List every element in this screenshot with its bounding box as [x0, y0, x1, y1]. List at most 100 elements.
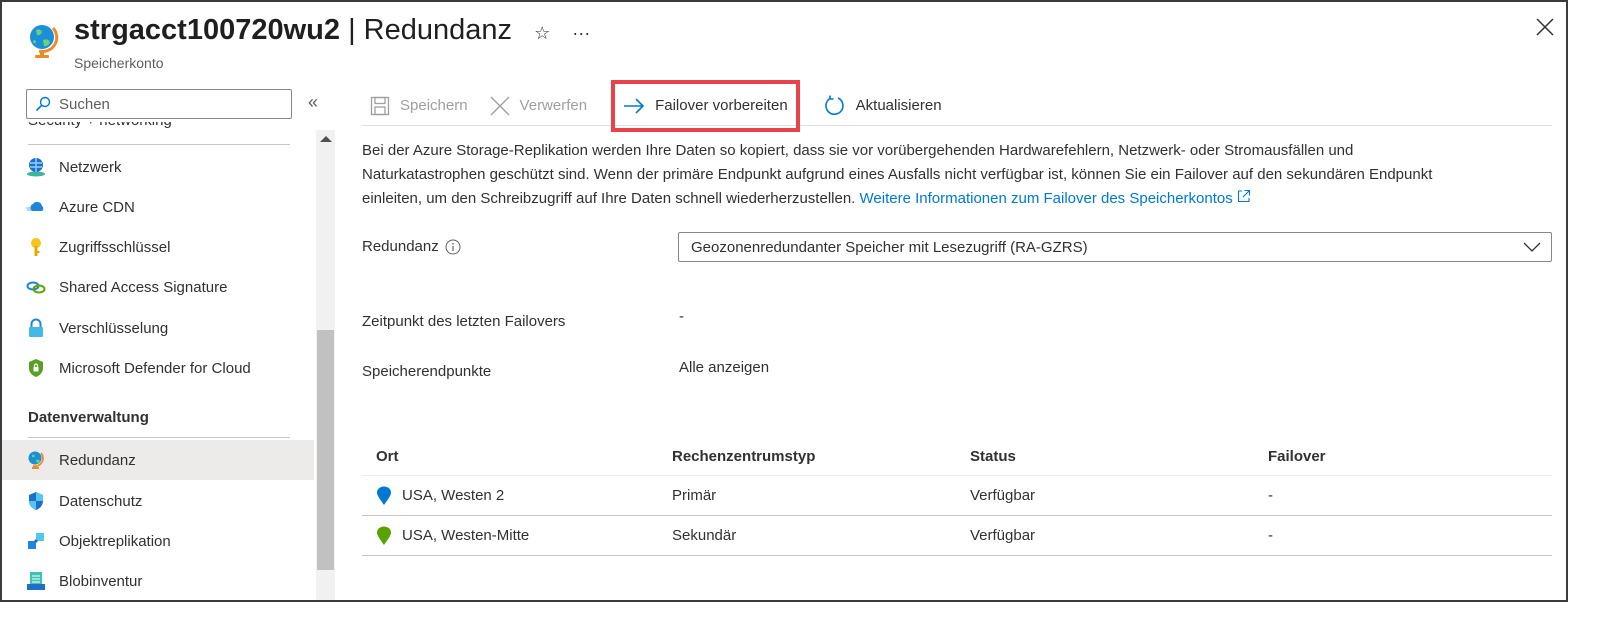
learn-more-link-label: Weitere Informationen zum Failover des S… — [859, 190, 1233, 207]
sidebar-item-label: Zugriffsschlüssel — [59, 238, 171, 256]
refresh-icon — [824, 95, 844, 115]
save-button[interactable]: Speichern — [362, 88, 476, 124]
key-icon — [26, 237, 46, 257]
sidebar-item-label: Blobinventur — [59, 572, 143, 590]
sidebar-item-label: Redundanz — [59, 451, 136, 469]
location-pin-icon — [377, 486, 391, 505]
sidebar-item-label: Verschlüsselung — [59, 319, 169, 337]
arrow-right-icon — [624, 97, 645, 114]
title-separator: | — [348, 14, 356, 46]
sidebar-item-redundanz[interactable]: Redundanz — [2, 440, 314, 480]
column-header-failover: Failover — [1268, 448, 1326, 465]
last-failover-label: Zeitpunkt des letzten Failovers — [362, 313, 566, 330]
scroll-thumb[interactable] — [317, 330, 334, 570]
sidebar-item-azure-cdn[interactable]: Azure CDN — [2, 187, 314, 227]
prepare-failover-button[interactable]: Failover vorbereiten — [611, 79, 800, 132]
lock-icon — [26, 318, 46, 338]
resource-name: strgacct100720wu2 — [74, 14, 340, 46]
group-title-datenverwaltung: Datenverwaltung — [28, 409, 149, 426]
discard-x-icon — [490, 96, 510, 115]
failover-value: - — [1268, 487, 1273, 504]
failover-value: - — [1268, 527, 1273, 544]
sidebar-item-label: Shared Access Signature — [59, 278, 228, 296]
location-cell: USA, Westen-Mitte — [362, 526, 672, 546]
chevron-down-icon — [1523, 242, 1541, 252]
sidebar-item-objektreplikation[interactable]: Objektreplikation — [2, 521, 314, 561]
search-icon — [35, 96, 51, 112]
info-icon[interactable] — [445, 239, 461, 255]
sidebar-item-label: Objektreplikation — [59, 532, 171, 550]
globe-icon — [30, 25, 59, 58]
scroll-up-arrow-icon[interactable] — [320, 136, 332, 142]
replication-icon — [26, 531, 46, 551]
location-name: USA, Westen-Mitte — [402, 527, 530, 544]
table-row: USA, Westen 2 Primär Verfügbar - — [362, 476, 1552, 516]
page-title: strgacct100720wu2 | Redundanz ☆ ··· — [74, 10, 612, 53]
group-title-security: Security + networking — [28, 122, 172, 129]
sidebar-scrollbar[interactable] — [316, 130, 335, 600]
storage-endpoints-label: Speicherendpunkte — [362, 363, 492, 380]
location-pin-icon — [377, 526, 391, 545]
table-header-row: Ort Rechenzentrumstyp Status Failover — [362, 438, 1552, 476]
learn-more-failover-link[interactable]: Weitere Informationen zum Failover des S… — [859, 189, 1251, 207]
sidebar-search-input[interactable]: Suchen — [26, 89, 292, 119]
sidebar-item-defender[interactable]: Microsoft Defender for Cloud — [2, 348, 314, 388]
prepare-failover-label: Failover vorbereiten — [655, 97, 788, 114]
location-name: USA, Westen 2 — [402, 487, 505, 504]
app-window: strgacct100720wu2 | Redundanz ☆ ··· Spei… — [0, 0, 1568, 602]
column-header-status: Status — [970, 448, 1016, 465]
locations-table: Ort Rechenzentrumstyp Status Failover US… — [362, 438, 1552, 556]
divider — [28, 437, 290, 438]
resource-type: Speicherkonto — [74, 55, 164, 71]
save-icon — [370, 96, 390, 115]
page-name: Redundanz — [363, 14, 513, 46]
sidebar-nav: Security + networking Netzwerk Azure CDN… — [2, 122, 314, 600]
sidebar-item-blobinventur[interactable]: Blobinventur — [2, 561, 314, 600]
redundancy-selected-value: Geozonenredundanter Speicher mit Lesezug… — [691, 238, 1088, 256]
globe-icon — [26, 450, 46, 470]
redundancy-description: Bei der Azure Storage-Replikation werden… — [362, 139, 1472, 211]
external-link-icon — [1237, 189, 1250, 203]
redundancy-label-text: Redundanz — [362, 238, 439, 255]
sidebar-item-label: Netzwerk — [59, 158, 122, 176]
sidebar-item-label: Microsoft Defender for Cloud — [59, 359, 251, 377]
search-placeholder: Suchen — [59, 95, 110, 113]
cdn-cloud-icon — [26, 197, 46, 217]
inventory-icon — [26, 571, 46, 591]
defender-shield-icon — [26, 358, 46, 378]
discard-label: Verwerfen — [519, 97, 588, 114]
collapse-sidebar-icon[interactable]: « — [308, 92, 318, 113]
divider — [28, 144, 290, 145]
shield-icon — [26, 491, 46, 511]
show-all-endpoints-link[interactable]: Alle anzeigen — [679, 359, 769, 376]
sidebar-item-label: Azure CDN — [59, 198, 135, 216]
last-failover-value: - — [679, 308, 684, 325]
favorite-star-icon[interactable]: ☆ — [534, 13, 550, 53]
sidebar-item-netzwerk[interactable]: Netzwerk — [2, 147, 314, 187]
status: Verfügbar — [970, 527, 1036, 544]
save-label: Speichern — [400, 97, 468, 114]
sidebar-item-shared-access-signature[interactable]: Shared Access Signature — [2, 267, 314, 307]
network-icon — [26, 157, 46, 177]
column-header-datacenter-type: Rechenzentrumstyp — [672, 448, 816, 465]
blade-header: strgacct100720wu2 | Redundanz ☆ ··· Spei… — [26, 10, 612, 71]
table-row: USA, Westen-Mitte Sekundär Verfügbar - — [362, 516, 1552, 556]
column-header-location: Ort — [376, 448, 399, 465]
close-icon[interactable] — [1534, 16, 1556, 38]
redundancy-label: Redundanz — [362, 238, 461, 255]
command-bar: Speichern Verwerfen Failover vorbereiten… — [362, 79, 1552, 132]
datacenter-type: Sekundär — [672, 527, 737, 544]
discard-button[interactable]: Verwerfen — [482, 88, 596, 124]
sidebar-item-zugriffsschluessel[interactable]: Zugriffsschlüssel — [2, 227, 314, 267]
datacenter-type: Primär — [672, 487, 717, 504]
more-options-icon[interactable]: ··· — [572, 13, 590, 53]
location-cell: USA, Westen 2 — [362, 486, 672, 506]
sidebar-item-label: Datenschutz — [59, 492, 143, 510]
refresh-label: Aktualisieren — [855, 97, 942, 114]
sidebar-item-verschluesselung[interactable]: Verschlüsselung — [2, 308, 314, 348]
status: Verfügbar — [970, 487, 1036, 504]
redundancy-dropdown[interactable]: Geozonenredundanter Speicher mit Lesezug… — [678, 232, 1552, 262]
refresh-button[interactable]: Aktualisieren — [816, 88, 950, 124]
link-icon — [26, 277, 46, 297]
sidebar-item-datenschutz[interactable]: Datenschutz — [2, 481, 314, 521]
